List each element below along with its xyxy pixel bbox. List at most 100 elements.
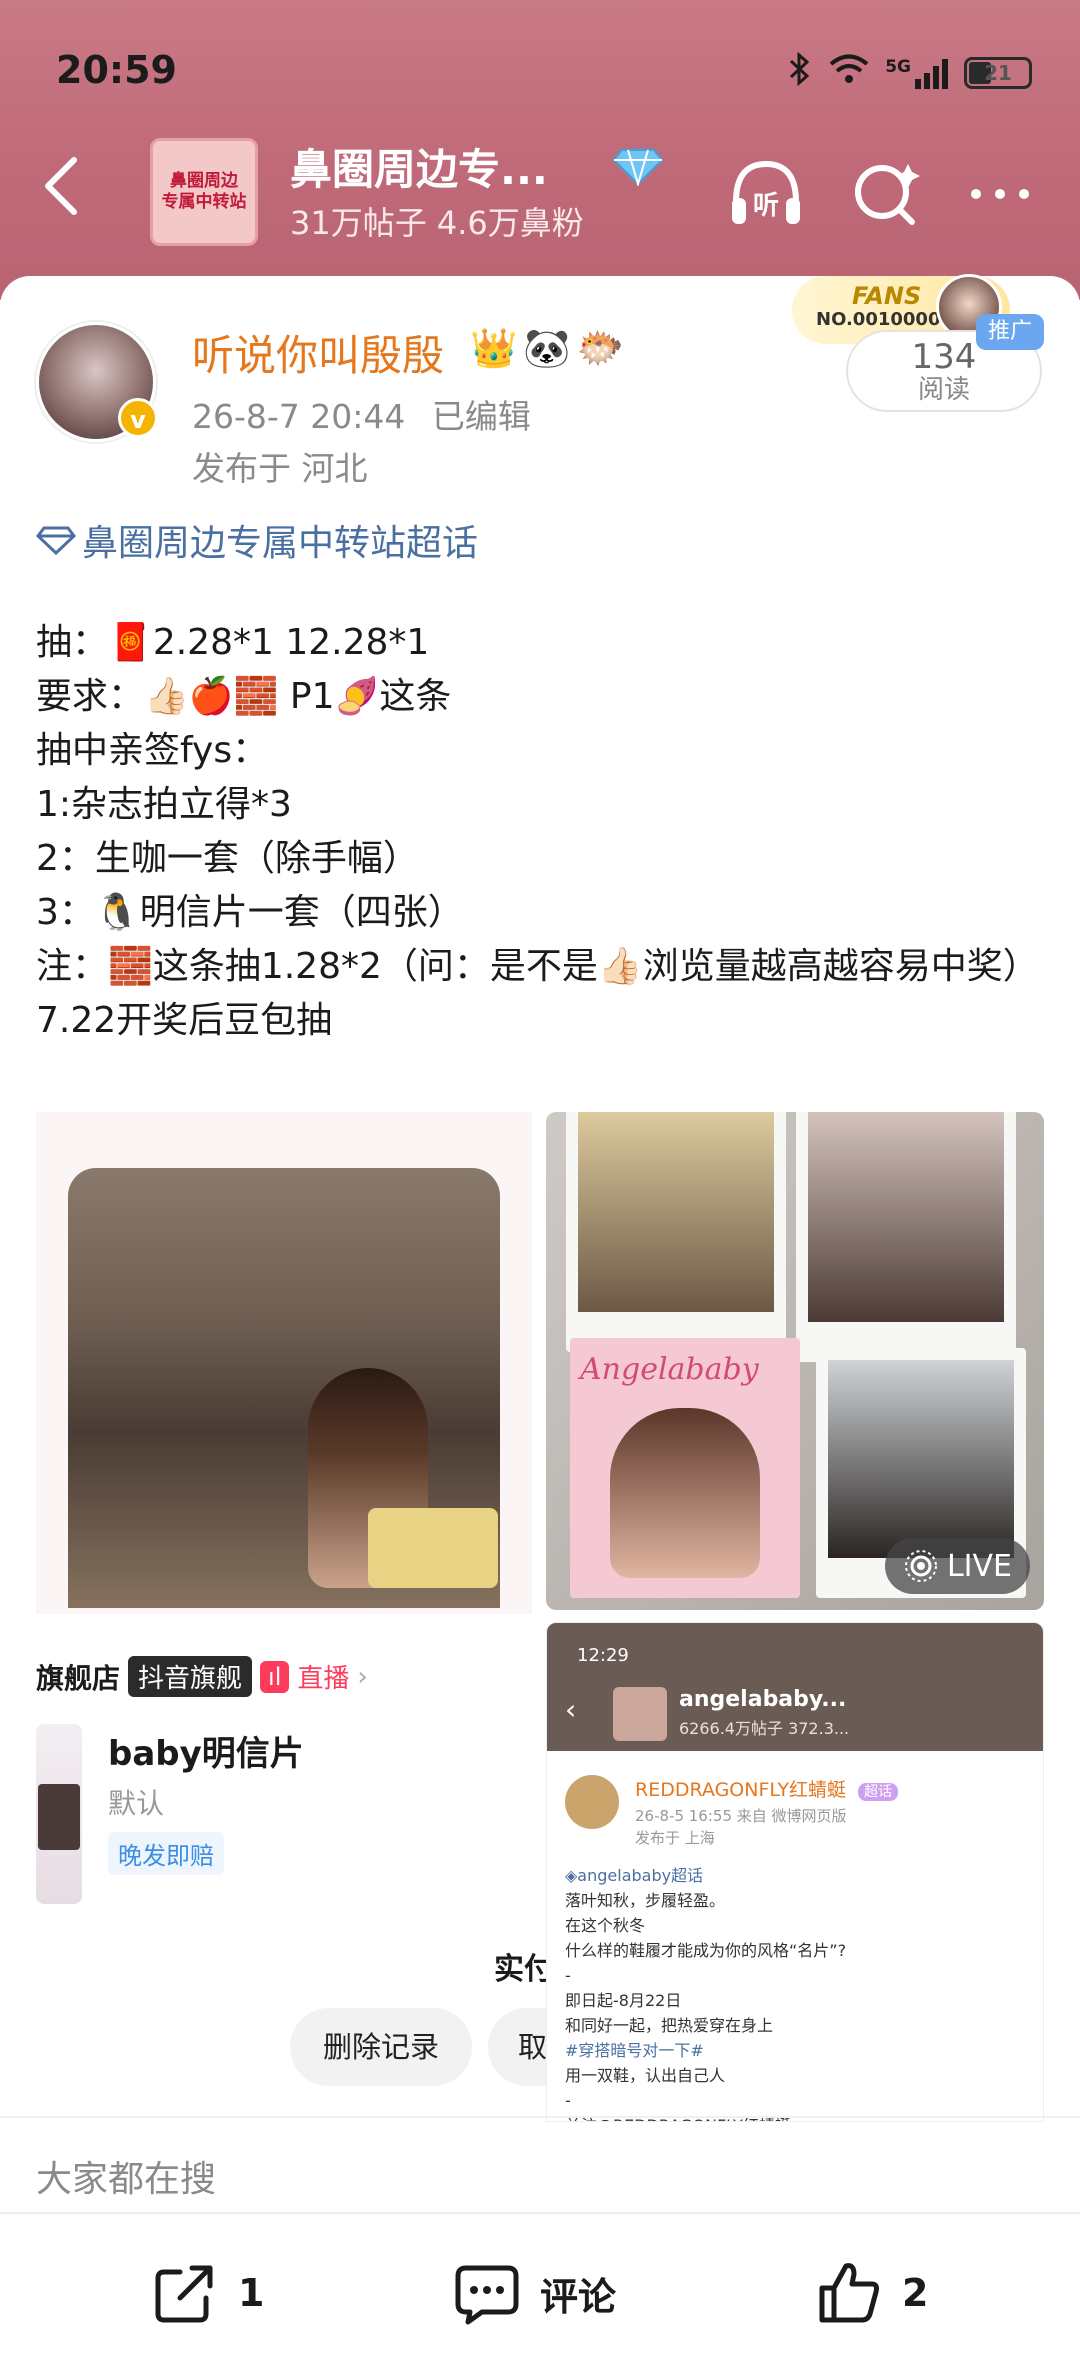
diamond-icon	[612, 149, 664, 186]
screenshot-line: 什么样的鞋履才能成为你的风格“名片”?	[565, 1941, 847, 1960]
live-label: LIVE	[946, 1548, 1012, 1584]
post-body: 抽：🧧2.28*1 12.28*1 要求：👍🏻🍎🧱 P1🍠这条 抽中亲签fys：…	[36, 616, 1046, 1048]
back-icon	[45, 157, 77, 215]
shop-badge: 抖音旗舰	[128, 1656, 253, 1697]
body-line: 2：生咖一套（除手幅）	[36, 838, 419, 879]
verified-icon: v	[118, 398, 158, 438]
wifi-icon	[829, 53, 869, 93]
body-line: 3：🐧明信片一套（四张）	[36, 892, 464, 933]
screenshot-line: #穿搭暗号对一下#	[565, 2041, 704, 2060]
topic-link-label: 鼻圈周边专属中转站超话	[82, 523, 479, 564]
user-badges: 👑 🐼 🐡	[470, 326, 624, 371]
topic-thumb-line-1: 鼻圈周边	[170, 171, 238, 191]
screenshot-line: ◈angelababy超话	[565, 1866, 704, 1885]
shipping-badge: 晚发即赔	[108, 1832, 224, 1875]
screenshot-line: 落叶知秋，步履轻盈。	[565, 1891, 726, 1910]
like-button[interactable]: 2	[814, 2258, 928, 2328]
listen-icon[interactable]: 听	[726, 154, 806, 234]
screenshot-username: REDDRAGONFLY红蜻蜓	[635, 1779, 847, 1801]
like-count: 2	[902, 2271, 929, 2315]
body-line: 要求：👍🏻🍎🧱 P1🍠这条	[36, 676, 452, 717]
topic-thumbnail[interactable]: 鼻圈周边 专属中转站	[150, 138, 258, 246]
screenshot-meta: 26-8-5 16:55 来自 微博网页版	[635, 1807, 847, 1825]
search-icon[interactable]	[846, 154, 926, 234]
live-photo-icon	[904, 1550, 937, 1582]
magazine-title: Angelababy	[580, 1352, 759, 1387]
bluetooth-icon	[787, 51, 813, 94]
back-button[interactable]	[36, 150, 88, 222]
screenshot-topic-tag: 超话	[858, 1783, 899, 1801]
screenshot-topic-thumb	[613, 1687, 667, 1741]
shop-label: 旗舰店	[36, 1661, 121, 1695]
polaroid-photo	[566, 1112, 786, 1352]
screenshot-avatar	[565, 1775, 619, 1829]
search-hint: 大家都在搜	[36, 2159, 217, 2200]
share-count: 1	[238, 2271, 265, 2315]
body-line: 抽中亲签fys：	[36, 730, 269, 771]
product-name: baby明信片	[108, 1734, 304, 1774]
promo-tag[interactable]: 推广	[976, 314, 1044, 350]
screenshot-body: ◈angelababy超话 落叶知秋，步履轻盈。 在这个秋冬 什么样的鞋履才能成…	[565, 1863, 847, 2121]
screenshot-line: -	[565, 2091, 571, 2110]
battery-level: 21	[984, 61, 1012, 85]
divider	[0, 2116, 1080, 2118]
panda-badge-icon: 🐼	[523, 326, 571, 370]
screenshot-line: 即日起-8月22日	[565, 1991, 682, 2010]
post-location: 发布于 河北	[192, 449, 368, 488]
screenshot-time: 12:29	[577, 1645, 629, 1666]
comment-icon	[455, 2265, 519, 2325]
read-label: 阅读	[917, 375, 970, 405]
screenshot-line: 用一双鞋，认出自己人	[565, 2066, 726, 2085]
screenshot-line: 在这个秋冬	[565, 1916, 646, 1935]
topic-stats: 31万帖子 4.6万鼻粉	[290, 204, 584, 242]
post-time: 26-8-7 20:44 已编辑	[192, 390, 531, 438]
product-variant: 默认	[108, 1787, 165, 1820]
live-badge-icon: ıl	[260, 1660, 290, 1693]
status-icons: 5G 21	[787, 51, 1032, 94]
live-photo-badge[interactable]: LIVE	[884, 1538, 1030, 1594]
crown-badge-icon: 👑	[470, 326, 518, 370]
edited-label: 已编辑	[431, 397, 531, 436]
username[interactable]: 听说你叫殷殷	[192, 322, 444, 383]
fish-badge-icon: 🐡	[576, 326, 624, 370]
comment-label: 评论	[540, 2274, 617, 2319]
share-icon	[155, 2265, 213, 2323]
battery-icon: 21	[964, 57, 1032, 89]
more-icon[interactable]	[960, 154, 1040, 234]
svg-text:听: 听	[753, 191, 779, 221]
post-timestamp: 26-8-7 20:44	[192, 397, 406, 436]
post-image-1[interactable]	[36, 1112, 532, 1614]
signal-icon: 5G	[885, 57, 948, 89]
body-line: 1:杂志拍立得*3	[36, 784, 292, 825]
magazine-cover: Angelababy	[570, 1338, 800, 1598]
screenshot-sub: 6266.4万帖子 372.3...	[679, 1719, 850, 1738]
diamond-icon	[36, 526, 76, 555]
bottom-action-bar: 1 评论 2	[0, 2212, 1080, 2372]
screenshot-line: -	[565, 1966, 571, 1985]
network-label: 5G	[885, 57, 911, 77]
topic-thumb-line-2: 专属中转站	[161, 192, 247, 212]
screenshot-title: angelababy...	[679, 1687, 847, 1712]
post-image-2[interactable]: Angelababy LIVE	[546, 1112, 1044, 1610]
photo	[68, 1168, 500, 1608]
polaroid-photo	[796, 1112, 1016, 1362]
body-line: 注：🧱这条抽1.28*2（问：是不是👍🏻浏览量越高越容易中奖）	[36, 946, 1039, 987]
shop-row: 旗舰店 抖音旗舰 ıl 直播 ›	[36, 1656, 368, 1697]
paid-label: 实付	[494, 1952, 554, 1987]
topic-link[interactable]: 鼻圈周边专属中转站超话	[36, 514, 478, 566]
chevron-right-icon: ›	[357, 1661, 368, 1692]
screenshot-line: 和同好一起，把热爱穿在身上	[565, 2016, 774, 2035]
share-button[interactable]: 1	[150, 2258, 264, 2328]
screenshot-location: 发布于 上海	[635, 1829, 715, 1847]
live-label: 直播	[297, 1664, 350, 1694]
body-line: 抽：🧧2.28*1 12.28*1	[36, 622, 430, 663]
screenshot-user: REDDRAGONFLY红蜻蜓 超话	[635, 1775, 899, 1802]
comment-button[interactable]: 评论	[452, 2258, 616, 2328]
topic-title[interactable]: 鼻圈周边专...	[290, 136, 548, 197]
post-image-3[interactable]: 12:29 ‹ angelababy... 6266.4万帖子 372.3...…	[546, 1622, 1044, 2122]
screenshot-back-icon: ‹	[565, 1693, 577, 1726]
body-line: 7.22开奖后豆包抽	[36, 1000, 333, 1041]
delete-record-button: 删除记录	[290, 2008, 472, 2086]
status-time: 20:59	[56, 48, 177, 92]
thumbs-up-icon	[819, 2263, 879, 2323]
